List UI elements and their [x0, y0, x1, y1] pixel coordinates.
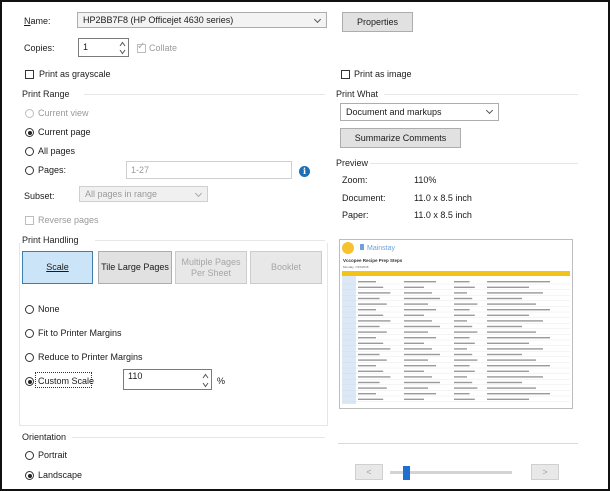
name-label: Name:: [24, 16, 51, 26]
divider: [72, 437, 325, 438]
pages-label: Pages:: [38, 165, 67, 175]
divider: [84, 94, 325, 95]
divider: [338, 443, 578, 444]
portrait-radio[interactable]: [25, 451, 34, 460]
print-what-value: Document and markups: [346, 107, 442, 117]
reverse-pages-checkbox[interactable]: [25, 216, 34, 225]
pages-input[interactable]: 1-27: [126, 161, 292, 179]
spin-up-icon[interactable]: [119, 41, 126, 47]
printer-name: HP2BB7F8 (HP Officejet 4630 series): [83, 15, 234, 25]
properties-label: Properties: [356, 17, 399, 27]
orientation-title: Orientation: [22, 432, 67, 442]
pages-radio[interactable]: [25, 166, 34, 175]
check-icon: ✓: [137, 41, 146, 52]
pages-value: 1-27: [131, 165, 150, 175]
landscape-label: Landscape: [38, 470, 83, 480]
divider: [95, 240, 325, 241]
next-page-button[interactable]: >: [531, 464, 559, 480]
print-range-title: Print Range: [22, 89, 70, 99]
print-as-image-checkbox[interactable]: [341, 70, 350, 79]
preview-title: Preview: [336, 158, 369, 168]
all-pages-radio[interactable]: [25, 147, 34, 156]
preview-page-image: Mainstay Vccopee Recipe Prep Steps Monda…: [340, 240, 572, 408]
preview-brand: Mainstay: [367, 245, 396, 252]
grayscale-checkbox[interactable]: [25, 70, 34, 79]
grayscale-label: Print as grayscale: [39, 69, 111, 79]
zoom-value: 110%: [414, 175, 437, 185]
zoom-label: Zoom:: [342, 175, 368, 185]
spin-down-icon[interactable]: [119, 49, 126, 55]
print-what-title: Print What: [336, 89, 379, 99]
document-label: Document:: [342, 193, 386, 203]
chevron-down-icon: [313, 15, 322, 24]
subset-value: All pages in range: [85, 189, 158, 199]
logo-icon: [342, 242, 354, 254]
paper-value: 11.0 x 8.5 inch: [414, 210, 472, 220]
print-handling-frame: [19, 243, 328, 426]
print-dialog: Name: HP2BB7F8 (HP Officejet 4630 series…: [0, 0, 610, 491]
copies-input[interactable]: 1: [78, 38, 129, 57]
copies-label: Copies:: [24, 43, 55, 53]
properties-button[interactable]: Properties: [342, 12, 413, 32]
print-as-image-label: Print as image: [354, 69, 412, 79]
subset-select[interactable]: All pages in range: [79, 186, 208, 202]
page-preview: Mainstay Vccopee Recipe Prep Steps Monda…: [339, 239, 573, 409]
summarize-comments-button[interactable]: Summarize Comments: [340, 128, 461, 148]
all-pages-label: All pages: [38, 146, 76, 156]
page-slider-thumb[interactable]: [403, 466, 410, 480]
prev-page-button[interactable]: <: [355, 464, 383, 480]
preview-subheading: Monday, 7/23/2018: [343, 265, 369, 269]
landscape-radio[interactable]: [25, 471, 34, 480]
reverse-pages-label: Reverse pages: [38, 215, 99, 225]
print-what-select[interactable]: Document and markups: [340, 103, 499, 121]
divider: [384, 94, 578, 95]
document-value: 11.0 x 8.5 inch: [414, 193, 472, 203]
info-icon[interactable]: i: [299, 166, 310, 177]
portrait-label: Portrait: [38, 450, 68, 460]
printer-select[interactable]: HP2BB7F8 (HP Officejet 4630 series): [77, 12, 327, 28]
collate-label: Collate: [149, 43, 178, 53]
divider: [370, 163, 578, 164]
chevron-down-icon: [485, 106, 494, 115]
copies-value: 1: [83, 42, 89, 52]
summarize-label: Summarize Comments: [354, 133, 447, 143]
subset-label: Subset:: [24, 191, 55, 201]
current-view-label: Current view: [38, 108, 89, 118]
chevron-down-icon: [194, 189, 203, 198]
collate-checkbox[interactable]: ✓: [137, 41, 146, 53]
paper-label: Paper:: [342, 210, 369, 220]
current-view-radio[interactable]: [25, 109, 34, 118]
current-page-label: Current page: [38, 127, 91, 137]
preview-heading: Vccopee Recipe Prep Steps: [343, 258, 403, 263]
current-page-radio[interactable]: [25, 128, 34, 137]
